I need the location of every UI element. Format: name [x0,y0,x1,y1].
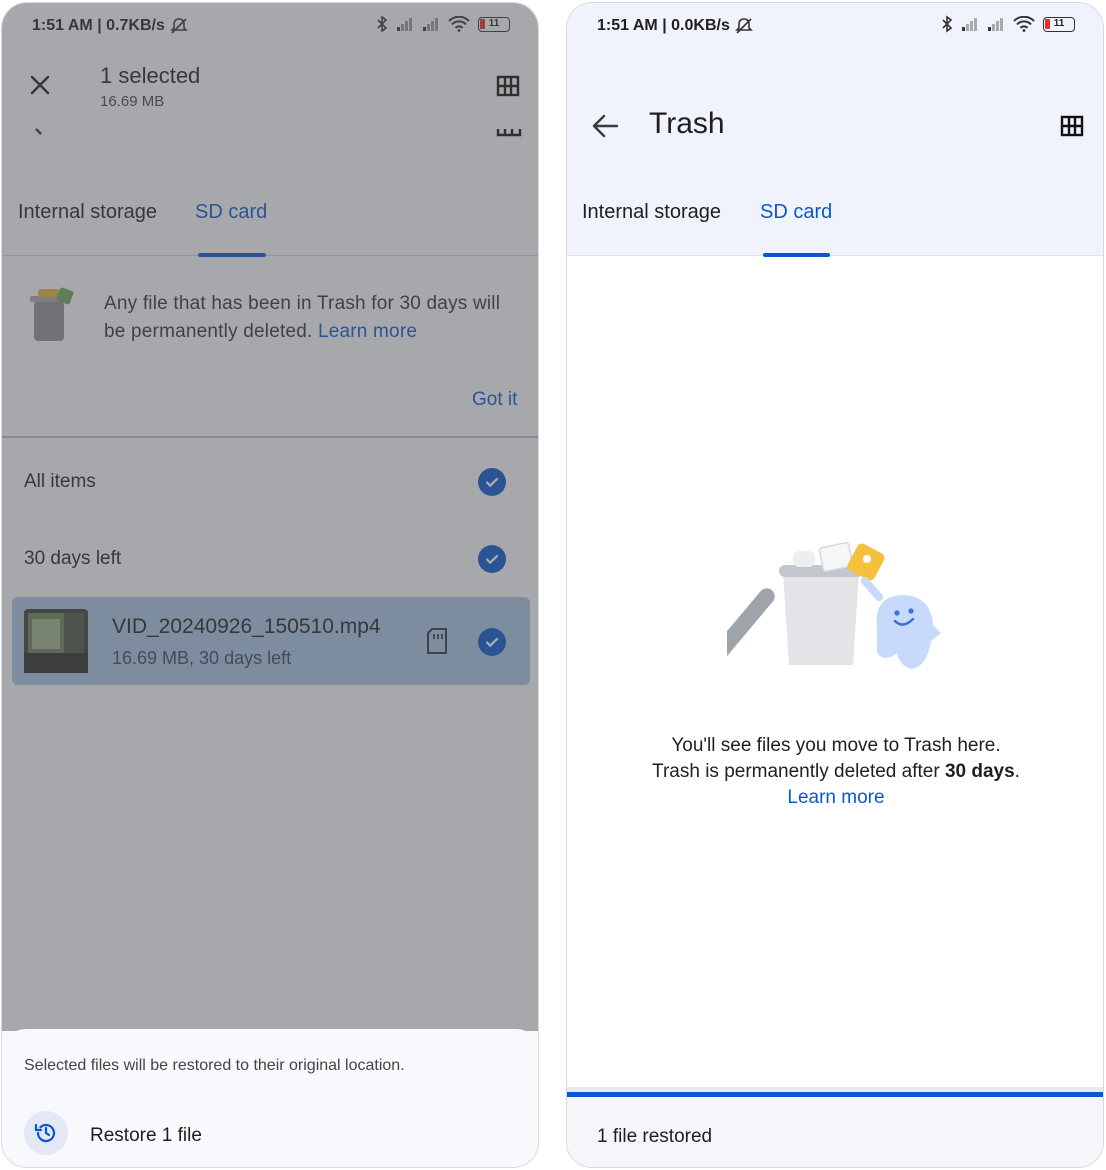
restore-message: Selected files will be restored to their… [24,1057,405,1074]
snackbar-progress [567,1092,1103,1097]
restore-button[interactable]: Restore 1 file [90,1125,202,1147]
grid-view-icon[interactable] [1060,115,1084,137]
empty-line-2-suffix: . [1014,761,1020,782]
snackbar: 1 file restored [567,1087,1103,1167]
tab-indicator [763,253,830,257]
restore-bottom-sheet: Selected files will be restored to their… [2,1029,538,1167]
left-screen: 1:51 AM | 0.7KB/s 11 1 selected 16.69 MB… [1,2,539,1168]
learn-more-link[interactable]: Learn more [567,785,1103,811]
tab-internal-storage[interactable]: Internal storage [582,201,721,224]
empty-state-message: You'll see files you move to Trash here.… [567,733,1103,811]
right-screen: 1:51 AM | 0.0KB/s 11 Trash Internal stor… [566,2,1104,1168]
modal-scrim[interactable] [2,3,538,1031]
status-speed: 0.0KB/s [671,17,730,34]
empty-line-1: You'll see files you move to Trash here. [671,735,1001,756]
back-arrow-icon[interactable] [591,113,619,139]
battery-level: 11 [1053,17,1065,29]
status-bar: 1:51 AM | 0.0KB/s 11 [567,3,1103,47]
empty-trash-illustration [727,541,941,669]
page-title: Trash [649,107,725,140]
signal-icon-2 [988,18,1003,31]
bluetooth-icon [942,15,953,33]
wifi-icon [1013,16,1035,32]
status-time: 1:51 AM [597,17,658,34]
mute-bell-icon [735,18,753,34]
empty-line-2-prefix: Trash is permanently deleted after [652,761,945,782]
empty-line-2-bold: 30 days [944,761,1015,782]
restore-icon-circle[interactable] [24,1111,68,1155]
tab-sd-card[interactable]: SD card [760,201,832,224]
signal-icon [962,18,977,31]
restore-history-icon [34,1123,56,1143]
tabs-divider [567,255,1103,256]
snackbar-text: 1 file restored [597,1126,713,1147]
battery-icon: 11 [1043,16,1075,32]
